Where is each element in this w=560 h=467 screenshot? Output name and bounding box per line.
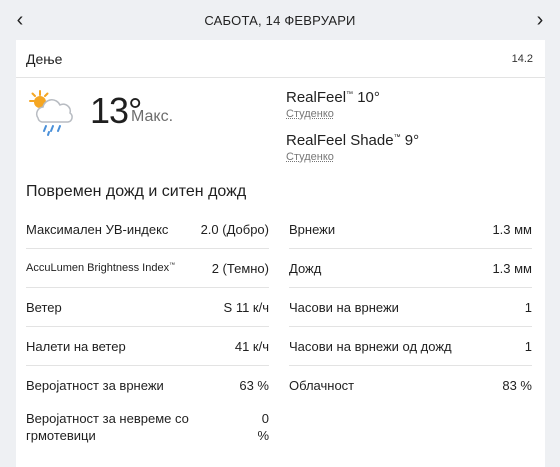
detail-value: 83 % (502, 377, 532, 393)
realfeel-value: 10° (353, 89, 380, 106)
sun-cloud-rain-icon (29, 90, 73, 136)
realfeel-label: RealFeel (286, 89, 347, 106)
realfeel-shade-label: RealFeel Shade (286, 132, 394, 149)
date-title: САБОТА, 14 ФЕВРУАРИ (204, 12, 356, 28)
detail-row: Веројатност за врнежи 63 % (26, 366, 269, 404)
detail-value: 1.3 мм (492, 221, 532, 237)
detail-value: 0 % (257, 411, 269, 443)
detail-value: 41 к/ч (234, 338, 269, 354)
detail-value: 1 (524, 338, 532, 354)
detail-row: Часови на врнежи 1 (289, 288, 532, 327)
detail-value: 1.3 мм (492, 260, 532, 276)
date-navigation: ‹ САБОТА, 14 ФЕВРУАРИ › (0, 0, 560, 40)
max-label: Макс. (131, 108, 174, 125)
realfeel-phrase[interactable]: Студенко (286, 107, 419, 121)
detail-row: Максимален УВ-индекс 2.0 (Добро) (26, 210, 269, 249)
detail-value: 1 (524, 299, 532, 315)
detail-key: Налети на ветер (26, 338, 126, 354)
chevron-right-icon[interactable]: › (520, 0, 560, 40)
trademark: ™ (346, 91, 354, 98)
detail-row: AccuLumen Brightness Index™ 2 (Темно) (26, 249, 269, 288)
detail-key: AccuLumen Brightness Index (26, 262, 170, 274)
detail-row: Веројатност за невреме со грмотевици 0 % (26, 404, 269, 464)
realfeel: RealFeel™ 10° Студенко (286, 86, 419, 121)
current-conditions: 13° Макс. RealFeel™ 10° Студенко RealFee… (16, 78, 545, 180)
detail-row: Врнежи 1.3 мм (289, 210, 532, 249)
detail-row: Облачност 83 % (289, 366, 532, 404)
details-left-column: Максимален УВ-индекс 2.0 (Добро) AccuLum… (26, 210, 269, 464)
day-phase-label: Дење (26, 50, 63, 67)
detail-value: 2 (Темно) (211, 260, 269, 276)
realfeel-shade-value: 9° (400, 132, 420, 149)
realfeel-shade-phrase[interactable]: Студенко (286, 150, 419, 164)
detail-key: Часови на врнежи (289, 299, 399, 315)
detail-key: Веројатност за невреме со грмотевици (26, 411, 189, 443)
detail-key: Дожд (289, 260, 322, 276)
detail-row: Дожд 1.3 мм (289, 249, 532, 288)
chevron-left-icon[interactable]: ‹ (0, 0, 40, 40)
detail-value: S 11 к/ч (223, 299, 269, 315)
detail-key: Ветер (26, 299, 62, 315)
detail-key: Часови на врнежи од дожд (289, 338, 452, 354)
weather-phrase: Повремен дожд и ситен дожд (26, 183, 247, 200)
trademark: ™ (393, 134, 401, 141)
date-short: 14.2 (511, 52, 533, 65)
card-header: Дење 14.2 (16, 40, 545, 78)
detail-key: Веројатност за врнежи (26, 377, 164, 393)
details-right-column: Врнежи 1.3 мм Дожд 1.3 мм Часови на врне… (289, 210, 532, 404)
detail-row: Налети на ветер 41 к/ч (26, 327, 269, 366)
detail-value: 2.0 (Добро) (200, 221, 269, 237)
detail-value: 63 % (239, 377, 269, 393)
detail-row: Часови на врнежи од дожд 1 (289, 327, 532, 366)
daily-forecast-card: Дење 14.2 13° Макс. RealFeel™ 10° Студен… (16, 40, 545, 467)
detail-row: Ветер S 11 к/ч (26, 288, 269, 327)
detail-key: Врнежи (289, 221, 336, 237)
detail-key: Максимален УВ-индекс (26, 221, 169, 237)
detail-key: Облачност (289, 377, 355, 393)
realfeel-panel: RealFeel™ 10° Студенко RealFeel Shade™ 9… (286, 86, 419, 172)
realfeel-shade: RealFeel Shade™ 9° Студенко (286, 129, 419, 164)
trademark: ™ (169, 262, 176, 269)
